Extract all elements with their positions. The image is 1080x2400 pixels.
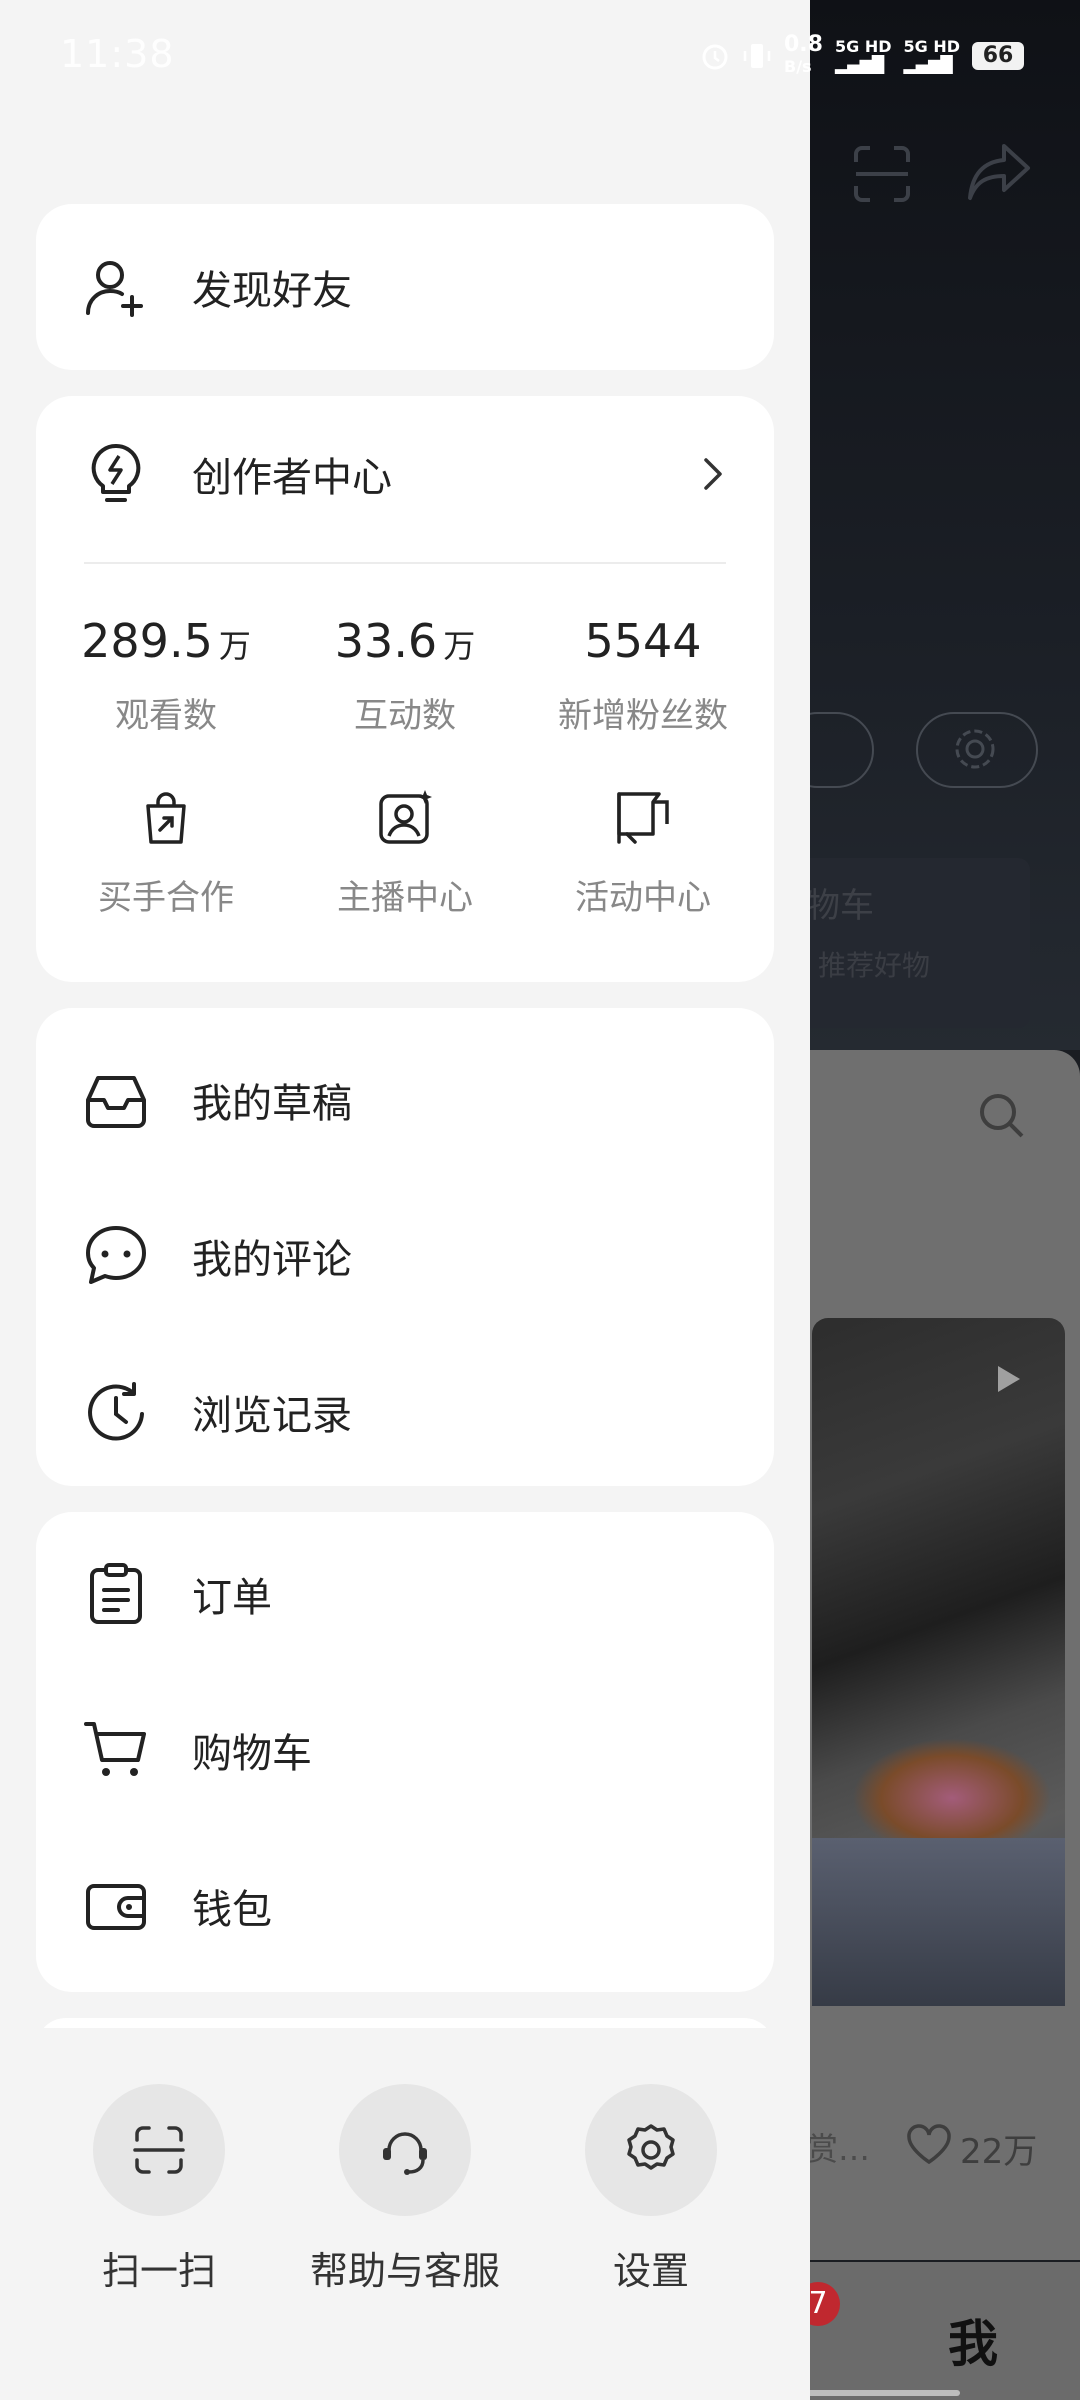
bg-search-icon bbox=[980, 1094, 1024, 1138]
inbox-icon bbox=[86, 1076, 146, 1128]
help-circle bbox=[339, 2084, 471, 2216]
bottom-actions: 扫一扫 帮助与客服 设置 bbox=[0, 2028, 810, 2400]
gear-icon bbox=[627, 2124, 675, 2170]
help-label: 帮助与客服 bbox=[309, 2249, 500, 2293]
find-friends-row[interactable]: 发现好友 bbox=[36, 209, 774, 365]
content-card: 我的草稿 我的评论 浏览记录 bbox=[36, 1008, 774, 1486]
alarm-icon bbox=[702, 44, 728, 70]
bg-post-image bbox=[812, 1318, 1065, 2006]
commerce-card: 订单 购物车 钱包 bbox=[36, 1512, 774, 1992]
stat-unit: 万 bbox=[443, 627, 476, 665]
tool-streamer-center[interactable]: 主播中心 bbox=[285, 788, 525, 919]
scan-circle bbox=[93, 2084, 225, 2216]
bg-heart-icon bbox=[907, 2124, 951, 2164]
network-speed-value: 0.8 bbox=[784, 32, 823, 57]
settings-label: 设置 bbox=[612, 2249, 689, 2293]
drafts-label: 我的草稿 bbox=[192, 1081, 352, 1127]
stat-label: 新增粉丝数 bbox=[558, 696, 728, 736]
stat-value: 33.6 bbox=[334, 614, 438, 668]
shopping-bag-icon bbox=[146, 792, 186, 844]
cart-label: 购物车 bbox=[192, 1731, 312, 1777]
bg-gear-icon bbox=[955, 729, 995, 769]
vibrate-icon bbox=[743, 44, 771, 68]
chevron-right-icon bbox=[704, 458, 722, 490]
find-friends-label: 发现好友 bbox=[192, 268, 352, 314]
creator-center-card: 创作者中心 289.5 万 观看数 33.6 万 互动数 5544 新增粉丝数 买手… bbox=[36, 396, 774, 982]
lightbulb-icon bbox=[91, 443, 141, 502]
bg-play-icon bbox=[998, 1366, 1020, 1392]
side-drawer: 发现好友 创作者中心 289.5万 观看数 33.6万 互动数 5544 新 bbox=[0, 0, 810, 2400]
creator-center-label: 创作者中心 bbox=[192, 455, 392, 501]
wallet-icon bbox=[86, 1884, 146, 1930]
stat-unit: 万 bbox=[218, 627, 251, 665]
settings-button[interactable]: 设置 bbox=[526, 2084, 776, 2295]
scan-icon bbox=[133, 2126, 185, 2174]
status-time: 11:38 bbox=[60, 32, 175, 76]
tool-activity-center[interactable]: 活动中心 bbox=[523, 788, 763, 919]
bg-scan-icon bbox=[854, 146, 910, 202]
status-bar: 11:38 0.8 B/s 5G HD ▂▄▆█ 5G HD ▂▄▆█ 66 bbox=[0, 0, 1080, 110]
comment-icon bbox=[86, 1226, 146, 1284]
orders-row[interactable]: 订单 bbox=[36, 1516, 774, 1672]
stat-value: 289.5 bbox=[81, 614, 213, 668]
sim2-signal: 5G HD ▂▄▆█ bbox=[904, 38, 961, 74]
headset-icon bbox=[383, 2132, 427, 2175]
sim1-label: 5G HD bbox=[834, 37, 892, 56]
bg-post-text: 赏… bbox=[806, 2130, 871, 2168]
stat-new-followers[interactable]: 5544 新增粉丝数 bbox=[523, 614, 763, 737]
streamer-icon bbox=[379, 790, 432, 844]
bg-cart-text: 物车 bbox=[806, 886, 874, 926]
wallet-row[interactable]: 钱包 bbox=[36, 1828, 774, 1984]
comments-row[interactable]: 我的评论 bbox=[36, 1178, 774, 1334]
stat-label: 互动数 bbox=[354, 696, 456, 736]
scan-label: 扫一扫 bbox=[101, 2249, 216, 2293]
history-label: 浏览记录 bbox=[192, 1393, 352, 1439]
scan-button[interactable]: 扫一扫 bbox=[34, 2084, 284, 2295]
creator-center-row[interactable]: 创作者中心 bbox=[36, 396, 774, 552]
history-row[interactable]: 浏览记录 bbox=[36, 1334, 774, 1490]
bg-share-icon bbox=[968, 144, 1030, 200]
tool-label: 买手合作 bbox=[98, 878, 234, 918]
stat-label: 观看数 bbox=[115, 696, 217, 736]
bg-recommend-text: 推荐好物 bbox=[818, 949, 931, 982]
bg-me-tab: 我 bbox=[948, 2315, 998, 2373]
tool-buyer-cooperation[interactable]: 买手合作 bbox=[46, 788, 286, 919]
add-friend-icon bbox=[86, 261, 143, 317]
signal-bars-icon: ▂▄▆█ bbox=[834, 55, 885, 74]
comments-label: 我的评论 bbox=[192, 1237, 352, 1283]
stat-interactions[interactable]: 33.6 万 互动数 bbox=[285, 614, 525, 737]
clipboard-icon bbox=[90, 1563, 142, 1624]
status-icons: 0.8 B/s 5G HD ▂▄▆█ 5G HD ▂▄▆█ 66 bbox=[700, 34, 1025, 78]
sim2-label: 5G HD bbox=[903, 37, 961, 56]
flag-icon bbox=[617, 792, 669, 844]
network-speed: 0.8 B/s bbox=[784, 34, 823, 78]
history-icon bbox=[88, 1382, 144, 1441]
find-friends-card: 发现好友 bbox=[36, 204, 774, 370]
network-speed-unit: B/s bbox=[784, 57, 812, 76]
orders-label: 订单 bbox=[192, 1575, 272, 1621]
help-button[interactable]: 帮助与客服 bbox=[280, 2084, 530, 2295]
cart-row[interactable]: 购物车 bbox=[36, 1672, 774, 1828]
bg-like-count: 22万 bbox=[960, 2132, 1038, 2172]
signal-bars-icon: ▂▄▆█ bbox=[903, 55, 953, 74]
sim1-signal: 5G HD ▂▄▆█ bbox=[835, 38, 892, 74]
battery-indicator: 66 bbox=[972, 42, 1025, 70]
tool-label: 活动中心 bbox=[575, 878, 711, 918]
tool-label: 主播中心 bbox=[337, 878, 473, 918]
wallet-label: 钱包 bbox=[192, 1887, 272, 1933]
stat-views[interactable]: 289.5 万 观看数 bbox=[46, 614, 286, 737]
drafts-row[interactable]: 我的草稿 bbox=[36, 1022, 774, 1178]
cart-icon bbox=[84, 1722, 146, 1776]
settings-circle bbox=[585, 2084, 717, 2216]
stat-value: 5544 bbox=[584, 614, 702, 668]
creator-divider bbox=[84, 562, 726, 564]
